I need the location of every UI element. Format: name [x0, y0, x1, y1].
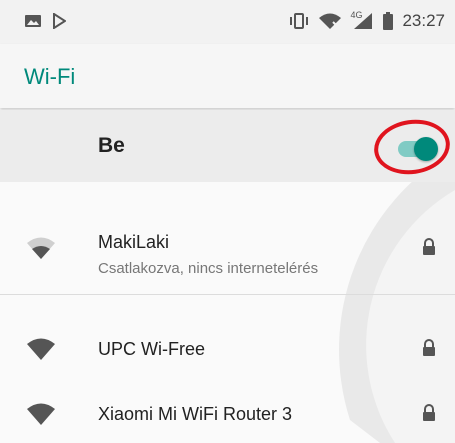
network-name: MakiLaki [98, 232, 170, 252]
play-store-icon [53, 13, 66, 29]
network-type-label: 4G [350, 10, 363, 20]
lock-icon [423, 339, 435, 356]
network-item-makilaki[interactable]: MakiLaki Csatlakozva, nincs internetelér… [0, 212, 455, 294]
app-bar: Wi-Fi [0, 44, 455, 108]
status-bar: 4G 23:27 [0, 0, 455, 44]
wifi-medium-icon [27, 237, 55, 259]
wifi-signal-icon [319, 13, 342, 29]
network-name: Xiaomi Mi WiFi Router 3 [98, 404, 293, 424]
divider [0, 294, 455, 295]
wifi-full-icon [27, 403, 55, 425]
status-right: 4G 23:27 [288, 10, 445, 31]
cellular-signal-icon: 4G [350, 10, 374, 30]
network-status: Csatlakozva, nincs internetelérés [98, 260, 319, 277]
status-left [24, 13, 66, 29]
master-switch-label: Be [98, 134, 125, 157]
battery-icon [383, 12, 394, 30]
lock-icon [423, 404, 435, 421]
image-icon [25, 15, 41, 27]
wifi-full-icon [27, 338, 55, 360]
lock-icon [423, 238, 435, 255]
network-item-upc-wi-free[interactable]: UPC Wi-Free [0, 325, 455, 375]
network-item-xiaomi-router[interactable]: Xiaomi Mi WiFi Router 3 [0, 392, 455, 442]
vibrate-icon [290, 13, 309, 29]
network-name: UPC Wi-Free [98, 339, 205, 359]
page-title: Wi-Fi [24, 64, 76, 89]
clock: 23:27 [402, 11, 445, 30]
